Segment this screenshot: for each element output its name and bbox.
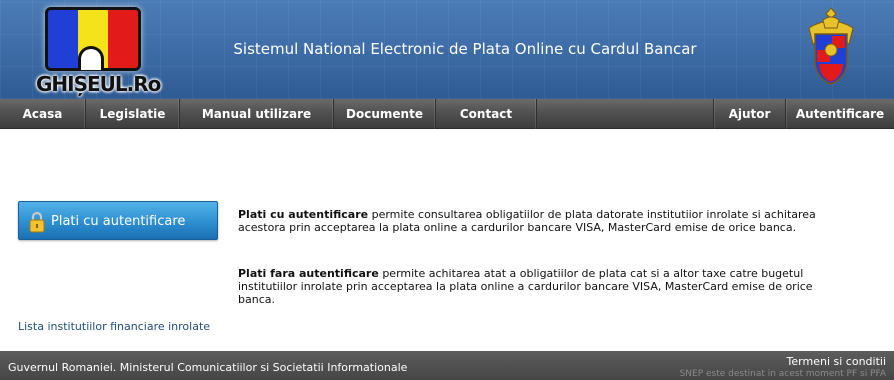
site-title: Sistemul National Electronic de Plata On… bbox=[233, 40, 697, 58]
nav-item-manual-utilizare[interactable]: Manual utilizare bbox=[180, 99, 334, 129]
footer-ministry-text: Guvernul Romaniei. Ministerul Comunicati… bbox=[8, 361, 408, 374]
unauthenticated-payment-title: Plati fara autentificare bbox=[238, 267, 379, 280]
unauthenticated-payment-description: Plati fara autentificare permite achitar… bbox=[238, 267, 848, 306]
footer-note: SNEP este destinat in acest moment PF si… bbox=[679, 369, 886, 379]
nav-item-autentificare[interactable]: Autentificare bbox=[785, 99, 894, 129]
nav-item-ajutor[interactable]: Ajutor bbox=[713, 99, 785, 129]
nav-item-contact[interactable]: Contact bbox=[436, 99, 537, 129]
logo-text: GHIȘEUL.Ro bbox=[36, 72, 161, 96]
ghiseul-logo[interactable]: GHIȘEUL.Ro bbox=[30, 4, 161, 96]
romania-coat-of-arms-icon bbox=[808, 7, 854, 85]
site-header: GHIȘEUL.Ro Sistemul National Electronic … bbox=[0, 0, 894, 99]
terms-link[interactable]: Termeni si conditii bbox=[787, 355, 886, 368]
login-payment-button[interactable]: Plati cu autentificare bbox=[18, 201, 218, 240]
main-nav: Acasa Legislatie Manual utilizare Docume… bbox=[0, 99, 894, 129]
institutions-list-link[interactable]: Lista institutiilor financiare inrolate bbox=[18, 320, 210, 333]
nav-item-documente[interactable]: Documente bbox=[334, 99, 436, 129]
authenticated-payment-description: Plati cu autentificare permite consultar… bbox=[238, 208, 848, 234]
login-button-label: Plati cu autentificare bbox=[51, 214, 186, 229]
logo-window-shape bbox=[78, 46, 104, 70]
site-footer: Guvernul Romaniei. Ministerul Comunicati… bbox=[0, 351, 894, 380]
authenticated-payment-title: Plati cu autentificare bbox=[238, 208, 369, 221]
nav-item-acasa[interactable]: Acasa bbox=[0, 99, 86, 129]
lock-icon bbox=[29, 211, 45, 233]
nav-item-legislatie[interactable]: Legislatie bbox=[86, 99, 180, 129]
